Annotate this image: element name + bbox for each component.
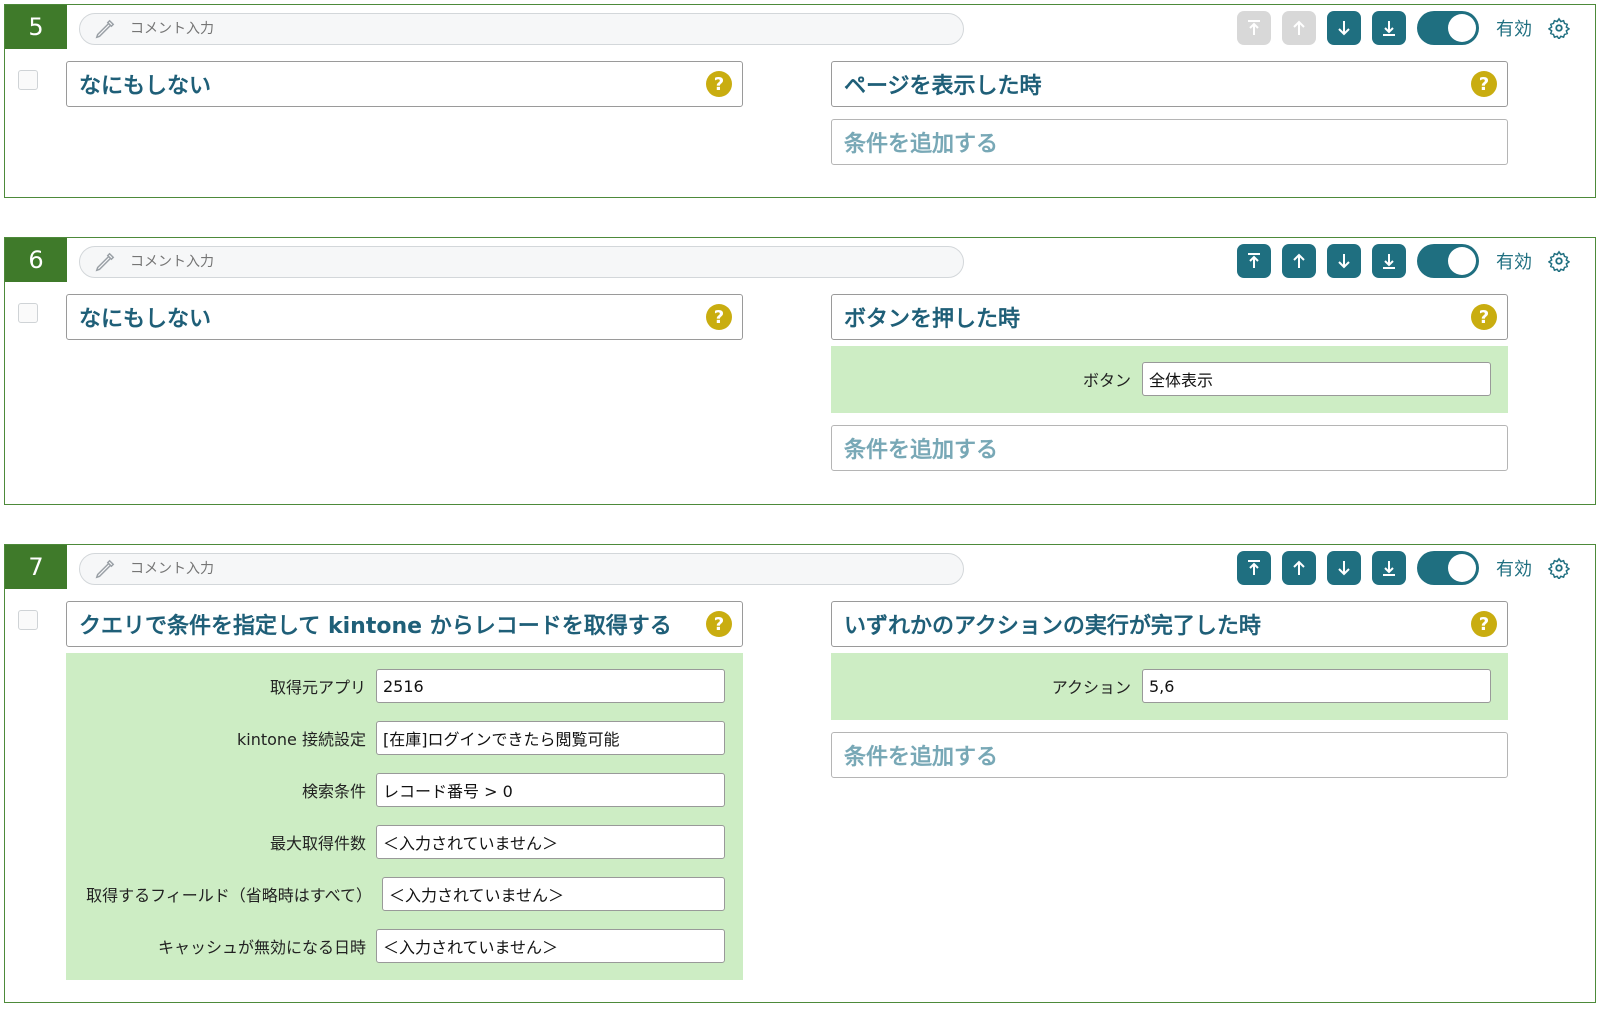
pencil-icon bbox=[95, 559, 115, 579]
rule-checkbox[interactable] bbox=[18, 610, 38, 630]
rule-controls: 有効 bbox=[1237, 551, 1570, 585]
move-bottom-icon bbox=[1383, 561, 1395, 576]
move-up-icon bbox=[1293, 20, 1305, 35]
enabled-toggle[interactable] bbox=[1417, 551, 1479, 585]
rule-number: 5 bbox=[5, 5, 67, 49]
rule-controls: 有効 bbox=[1237, 11, 1570, 45]
action-title: なにもしない bbox=[79, 307, 212, 332]
gear-icon[interactable] bbox=[1548, 17, 1570, 39]
move-up-button[interactable] bbox=[1282, 11, 1316, 45]
action-box[interactable]: クエリで条件を指定して kintone からレコードを取得する ? bbox=[66, 601, 743, 647]
cache-expiry-input[interactable]: ＜入力されていません＞ bbox=[376, 929, 725, 963]
move-down-icon bbox=[1338, 254, 1350, 269]
move-down-button[interactable] bbox=[1327, 244, 1361, 278]
add-condition-button[interactable]: 条件を追加する bbox=[831, 119, 1508, 165]
pencil-icon bbox=[95, 252, 115, 272]
field-label: 最大取得件数 bbox=[269, 834, 366, 853]
field-label: キャッシュが無効になる日時 bbox=[157, 938, 366, 957]
help-icon[interactable]: ? bbox=[706, 71, 732, 97]
field-label: 取得するフィールド（省略時はすべて） bbox=[86, 886, 372, 905]
move-top-button[interactable] bbox=[1237, 11, 1271, 45]
enabled-label: 有効 bbox=[1496, 559, 1532, 580]
move-bottom-icon bbox=[1383, 21, 1395, 36]
move-up-icon bbox=[1293, 253, 1305, 268]
action-settings-panel: 取得元アプリ 2516 kintone 接続設定 [在庫]ログインできたら閲覧可… bbox=[66, 653, 743, 980]
move-bottom-button[interactable] bbox=[1372, 244, 1406, 278]
field-label: アクション bbox=[1051, 678, 1131, 697]
trigger-settings-panel: アクション 5,6 bbox=[831, 653, 1508, 720]
action-box[interactable]: なにもしない ? bbox=[66, 61, 743, 107]
add-condition-button[interactable]: 条件を追加する bbox=[831, 425, 1508, 471]
help-icon[interactable]: ? bbox=[706, 611, 732, 637]
comment-field[interactable] bbox=[79, 553, 964, 585]
trigger-title: ページを表示した時 bbox=[844, 74, 1042, 99]
trigger-box[interactable]: ページを表示した時 ? bbox=[831, 61, 1508, 107]
rule-card-7: 7 有効 クエリで条件を指定して kintone からレコードを取得する ? 取… bbox=[4, 544, 1596, 1003]
action-title: クエリで条件を指定して kintone からレコードを取得する bbox=[79, 614, 672, 639]
add-condition-button[interactable]: 条件を追加する bbox=[831, 732, 1508, 778]
move-top-icon bbox=[1248, 560, 1260, 575]
help-icon[interactable]: ? bbox=[706, 304, 732, 330]
trigger-box[interactable]: ボタンを押した時 ? bbox=[831, 294, 1508, 340]
move-down-button[interactable] bbox=[1327, 551, 1361, 585]
field-label: ボタン bbox=[1082, 371, 1131, 390]
help-icon[interactable]: ? bbox=[1471, 611, 1497, 637]
move-top-icon bbox=[1248, 20, 1260, 35]
action-field-input[interactable]: 5,6 bbox=[1142, 669, 1491, 703]
enabled-label: 有効 bbox=[1496, 19, 1532, 40]
move-bottom-icon bbox=[1383, 254, 1395, 269]
field-label: 検索条件 bbox=[301, 782, 366, 801]
trigger-title: いずれかのアクションの実行が完了した時 bbox=[844, 614, 1261, 639]
move-down-icon bbox=[1338, 21, 1350, 36]
enabled-label: 有効 bbox=[1496, 252, 1532, 273]
move-up-icon bbox=[1293, 560, 1305, 575]
fields-input[interactable]: ＜入力されていません＞ bbox=[382, 877, 725, 911]
move-bottom-button[interactable] bbox=[1372, 11, 1406, 45]
comment-field[interactable] bbox=[79, 246, 964, 278]
add-condition-label: 条件を追加する bbox=[844, 745, 999, 770]
help-icon[interactable]: ? bbox=[1471, 71, 1497, 97]
rule-number: 6 bbox=[5, 238, 67, 282]
button-field-input[interactable]: 全体表示 bbox=[1142, 362, 1491, 396]
gear-icon[interactable] bbox=[1548, 557, 1570, 579]
move-up-button[interactable] bbox=[1282, 551, 1316, 585]
enabled-toggle[interactable] bbox=[1417, 11, 1479, 45]
rule-controls: 有効 bbox=[1237, 244, 1570, 278]
move-bottom-button[interactable] bbox=[1372, 551, 1406, 585]
rule-card-6: 6 有効 なにもしない ? ボタンを押した時 ? ボタン 全体表示 条件を追加す… bbox=[4, 237, 1596, 505]
pencil-icon bbox=[95, 19, 115, 39]
field-label: 取得元アプリ bbox=[269, 678, 366, 697]
help-icon[interactable]: ? bbox=[1471, 304, 1497, 330]
comment-field[interactable] bbox=[79, 13, 964, 45]
rule-card-5: 5 有効 なにもしない ? ページを表示した時 ? 条件を追加する bbox=[4, 4, 1596, 198]
query-input[interactable]: レコード番号 > 0 bbox=[376, 773, 725, 807]
move-down-button[interactable] bbox=[1327, 11, 1361, 45]
move-top-icon bbox=[1248, 253, 1260, 268]
move-down-icon bbox=[1338, 561, 1350, 576]
action-title: なにもしない bbox=[79, 74, 212, 99]
connection-setting-input[interactable]: [在庫]ログインできたら閲覧可能 bbox=[376, 721, 725, 755]
trigger-box[interactable]: いずれかのアクションの実行が完了した時 ? bbox=[831, 601, 1508, 647]
rule-checkbox[interactable] bbox=[18, 70, 38, 90]
max-count-input[interactable]: ＜入力されていません＞ bbox=[376, 825, 725, 859]
field-label: kintone 接続設定 bbox=[237, 730, 366, 749]
move-top-button[interactable] bbox=[1237, 244, 1271, 278]
enabled-toggle[interactable] bbox=[1417, 244, 1479, 278]
comment-input[interactable] bbox=[128, 20, 912, 38]
trigger-settings-panel: ボタン 全体表示 bbox=[831, 346, 1508, 413]
move-top-button[interactable] bbox=[1237, 551, 1271, 585]
add-condition-label: 条件を追加する bbox=[844, 132, 999, 157]
rule-checkbox[interactable] bbox=[18, 303, 38, 323]
trigger-title: ボタンを押した時 bbox=[844, 307, 1021, 332]
move-up-button[interactable] bbox=[1282, 244, 1316, 278]
rule-number: 7 bbox=[5, 545, 67, 589]
add-condition-label: 条件を追加する bbox=[844, 438, 999, 463]
comment-input[interactable] bbox=[128, 560, 912, 578]
gear-icon[interactable] bbox=[1548, 250, 1570, 272]
action-box[interactable]: なにもしない ? bbox=[66, 294, 743, 340]
comment-input[interactable] bbox=[128, 253, 912, 271]
source-app-input[interactable]: 2516 bbox=[376, 669, 725, 703]
